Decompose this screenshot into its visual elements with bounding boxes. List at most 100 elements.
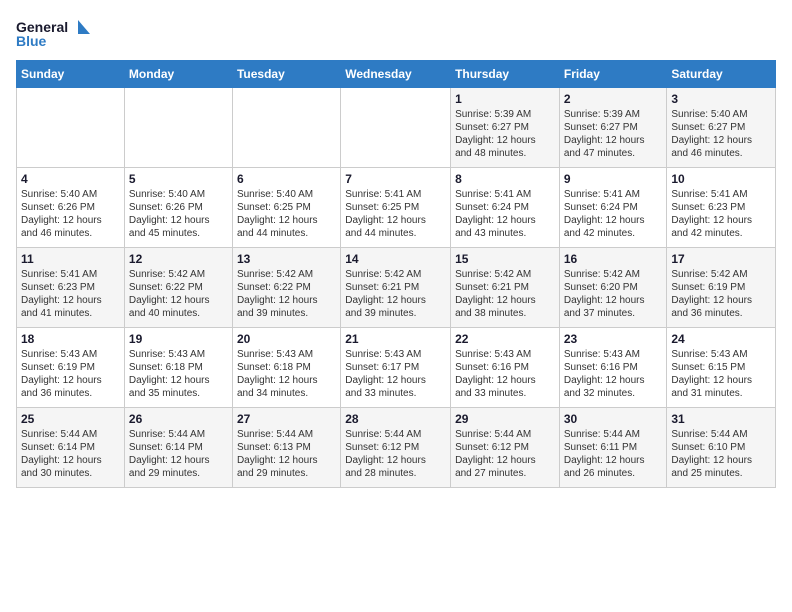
day-cell: 13 Sunrise: 5:42 AM Sunset: 6:22 PM Dayli… xyxy=(232,248,340,328)
day-cell: 17Sunrise: 5:42 AM Sunset: 6:19 PM Dayli… xyxy=(667,248,776,328)
day-cell: 3Sunrise: 5:40 AM Sunset: 6:27 PM Daylig… xyxy=(667,88,776,168)
day-number: 9 xyxy=(564,172,663,186)
day-cell xyxy=(341,88,451,168)
day-info: Sunrise: 5:42 AM Sunset: 6:22 PM Dayligh… xyxy=(129,268,228,320)
day-header-wednesday: Wednesday xyxy=(341,61,451,88)
day-number: 19 xyxy=(129,332,228,346)
day-number: 2 xyxy=(564,92,663,106)
day-cell: 27 Sunrise: 5:44 AM Sunset: 6:13 PM Dayli… xyxy=(232,408,340,488)
day-info: Sunrise: 5:42 AM Sunset: 6:20 PM Dayligh… xyxy=(564,268,663,320)
day-number: 6 xyxy=(237,172,336,186)
day-info: Sunrise: 5:42 AM Sunset: 6:19 PM Dayligh… xyxy=(671,268,771,320)
week-row-3: 11 Sunrise: 5:41 AM Sunset: 6:23 PM Dayli… xyxy=(17,248,776,328)
day-cell: 9 Sunrise: 5:41 AM Sunset: 6:24 PM Daylig… xyxy=(559,168,667,248)
day-cell: 6 Sunrise: 5:40 AM Sunset: 6:25 PM Daylig… xyxy=(232,168,340,248)
day-number: 28 xyxy=(345,412,446,426)
day-info: Sunrise: 5:41 AM Sunset: 6:23 PM Dayligh… xyxy=(21,268,120,320)
day-cell: 30 Sunrise: 5:44 AM Sunset: 6:11 PM Dayli… xyxy=(559,408,667,488)
day-cell: 29Sunrise: 5:44 AM Sunset: 6:12 PM Dayli… xyxy=(451,408,560,488)
day-cell: 12 Sunrise: 5:42 AM Sunset: 6:22 PM Dayli… xyxy=(124,248,232,328)
day-info: Sunrise: 5:40 AM Sunset: 6:26 PM Dayligh… xyxy=(129,188,228,240)
day-info: Sunrise: 5:44 AM Sunset: 6:14 PM Dayligh… xyxy=(129,428,228,480)
logo: GeneralBlue xyxy=(16,16,96,52)
day-header-saturday: Saturday xyxy=(667,61,776,88)
day-info: Sunrise: 5:39 AM Sunset: 6:27 PM Dayligh… xyxy=(564,108,663,160)
day-cell xyxy=(232,88,340,168)
day-number: 12 xyxy=(129,252,228,266)
day-cell: 11 Sunrise: 5:41 AM Sunset: 6:23 PM Dayli… xyxy=(17,248,125,328)
day-info: Sunrise: 5:43 AM Sunset: 6:19 PM Dayligh… xyxy=(21,348,120,400)
day-cell: 26 Sunrise: 5:44 AM Sunset: 6:14 PM Dayli… xyxy=(124,408,232,488)
day-info: Sunrise: 5:44 AM Sunset: 6:13 PM Dayligh… xyxy=(237,428,336,480)
day-cell: 15 Sunrise: 5:42 AM Sunset: 6:21 PM Dayli… xyxy=(451,248,560,328)
calendar-body: 1 Sunrise: 5:39 AM Sunset: 6:27 PM Daylig… xyxy=(17,88,776,488)
day-info: Sunrise: 5:44 AM Sunset: 6:12 PM Dayligh… xyxy=(345,428,446,480)
day-number: 22 xyxy=(455,332,555,346)
day-info: Sunrise: 5:42 AM Sunset: 6:22 PM Dayligh… xyxy=(237,268,336,320)
day-number: 3 xyxy=(671,92,771,106)
week-row-5: 25 Sunrise: 5:44 AM Sunset: 6:14 PM Dayli… xyxy=(17,408,776,488)
day-number: 18 xyxy=(21,332,120,346)
day-cell: 19Sunrise: 5:43 AM Sunset: 6:18 PM Dayli… xyxy=(124,328,232,408)
day-info: Sunrise: 5:44 AM Sunset: 6:11 PM Dayligh… xyxy=(564,428,663,480)
week-row-1: 1 Sunrise: 5:39 AM Sunset: 6:27 PM Daylig… xyxy=(17,88,776,168)
day-info: Sunrise: 5:44 AM Sunset: 6:12 PM Dayligh… xyxy=(455,428,555,480)
day-number: 5 xyxy=(129,172,228,186)
day-cell: 10 Sunrise: 5:41 AM Sunset: 6:23 PM Dayli… xyxy=(667,168,776,248)
day-info: Sunrise: 5:43 AM Sunset: 6:16 PM Dayligh… xyxy=(455,348,555,400)
day-info: Sunrise: 5:39 AM Sunset: 6:27 PM Dayligh… xyxy=(455,108,555,160)
day-number: 7 xyxy=(345,172,446,186)
day-info: Sunrise: 5:40 AM Sunset: 6:26 PM Dayligh… xyxy=(21,188,120,240)
day-number: 21 xyxy=(345,332,446,346)
header: GeneralBlue xyxy=(16,16,776,52)
day-header-tuesday: Tuesday xyxy=(232,61,340,88)
logo-svg: GeneralBlue xyxy=(16,16,96,52)
day-header-friday: Friday xyxy=(559,61,667,88)
day-number: 13 xyxy=(237,252,336,266)
day-cell: 25 Sunrise: 5:44 AM Sunset: 6:14 PM Dayli… xyxy=(17,408,125,488)
day-cell: 16 Sunrise: 5:42 AM Sunset: 6:20 PM Dayli… xyxy=(559,248,667,328)
day-cell: 22 Sunrise: 5:43 AM Sunset: 6:16 PM Dayli… xyxy=(451,328,560,408)
day-info: Sunrise: 5:43 AM Sunset: 6:17 PM Dayligh… xyxy=(345,348,446,400)
day-info: Sunrise: 5:44 AM Sunset: 6:14 PM Dayligh… xyxy=(21,428,120,480)
day-number: 1 xyxy=(455,92,555,106)
day-cell: 8Sunrise: 5:41 AM Sunset: 6:24 PM Daylig… xyxy=(451,168,560,248)
day-info: Sunrise: 5:44 AM Sunset: 6:10 PM Dayligh… xyxy=(671,428,771,480)
day-cell: 24Sunrise: 5:43 AM Sunset: 6:15 PM Dayli… xyxy=(667,328,776,408)
day-cell: 2 Sunrise: 5:39 AM Sunset: 6:27 PM Daylig… xyxy=(559,88,667,168)
day-number: 8 xyxy=(455,172,555,186)
day-cell: 14Sunrise: 5:42 AM Sunset: 6:21 PM Dayli… xyxy=(341,248,451,328)
day-info: Sunrise: 5:42 AM Sunset: 6:21 PM Dayligh… xyxy=(455,268,555,320)
week-row-4: 18 Sunrise: 5:43 AM Sunset: 6:19 PM Dayli… xyxy=(17,328,776,408)
day-info: Sunrise: 5:43 AM Sunset: 6:15 PM Dayligh… xyxy=(671,348,771,400)
day-number: 4 xyxy=(21,172,120,186)
day-number: 30 xyxy=(564,412,663,426)
day-info: Sunrise: 5:41 AM Sunset: 6:24 PM Dayligh… xyxy=(564,188,663,240)
day-cell: 23Sunrise: 5:43 AM Sunset: 6:16 PM Dayli… xyxy=(559,328,667,408)
calendar-table: SundayMondayTuesdayWednesdayThursdayFrid… xyxy=(16,60,776,488)
day-number: 16 xyxy=(564,252,663,266)
day-info: Sunrise: 5:43 AM Sunset: 6:16 PM Dayligh… xyxy=(564,348,663,400)
day-cell: 4 Sunrise: 5:40 AM Sunset: 6:26 PM Daylig… xyxy=(17,168,125,248)
days-header-row: SundayMondayTuesdayWednesdayThursdayFrid… xyxy=(17,61,776,88)
day-number: 10 xyxy=(671,172,771,186)
day-number: 26 xyxy=(129,412,228,426)
day-cell: 7Sunrise: 5:41 AM Sunset: 6:25 PM Daylig… xyxy=(341,168,451,248)
day-number: 31 xyxy=(671,412,771,426)
day-cell: 28 Sunrise: 5:44 AM Sunset: 6:12 PM Dayli… xyxy=(341,408,451,488)
day-header-thursday: Thursday xyxy=(451,61,560,88)
day-number: 27 xyxy=(237,412,336,426)
day-cell: 20Sunrise: 5:43 AM Sunset: 6:18 PM Dayli… xyxy=(232,328,340,408)
day-info: Sunrise: 5:40 AM Sunset: 6:25 PM Dayligh… xyxy=(237,188,336,240)
day-header-sunday: Sunday xyxy=(17,61,125,88)
day-info: Sunrise: 5:41 AM Sunset: 6:23 PM Dayligh… xyxy=(671,188,771,240)
day-number: 15 xyxy=(455,252,555,266)
day-info: Sunrise: 5:42 AM Sunset: 6:21 PM Dayligh… xyxy=(345,268,446,320)
day-cell: 5 Sunrise: 5:40 AM Sunset: 6:26 PM Daylig… xyxy=(124,168,232,248)
day-cell xyxy=(124,88,232,168)
day-header-monday: Monday xyxy=(124,61,232,88)
day-number: 25 xyxy=(21,412,120,426)
day-number: 11 xyxy=(21,252,120,266)
day-cell: 21 Sunrise: 5:43 AM Sunset: 6:17 PM Dayli… xyxy=(341,328,451,408)
week-row-2: 4 Sunrise: 5:40 AM Sunset: 6:26 PM Daylig… xyxy=(17,168,776,248)
